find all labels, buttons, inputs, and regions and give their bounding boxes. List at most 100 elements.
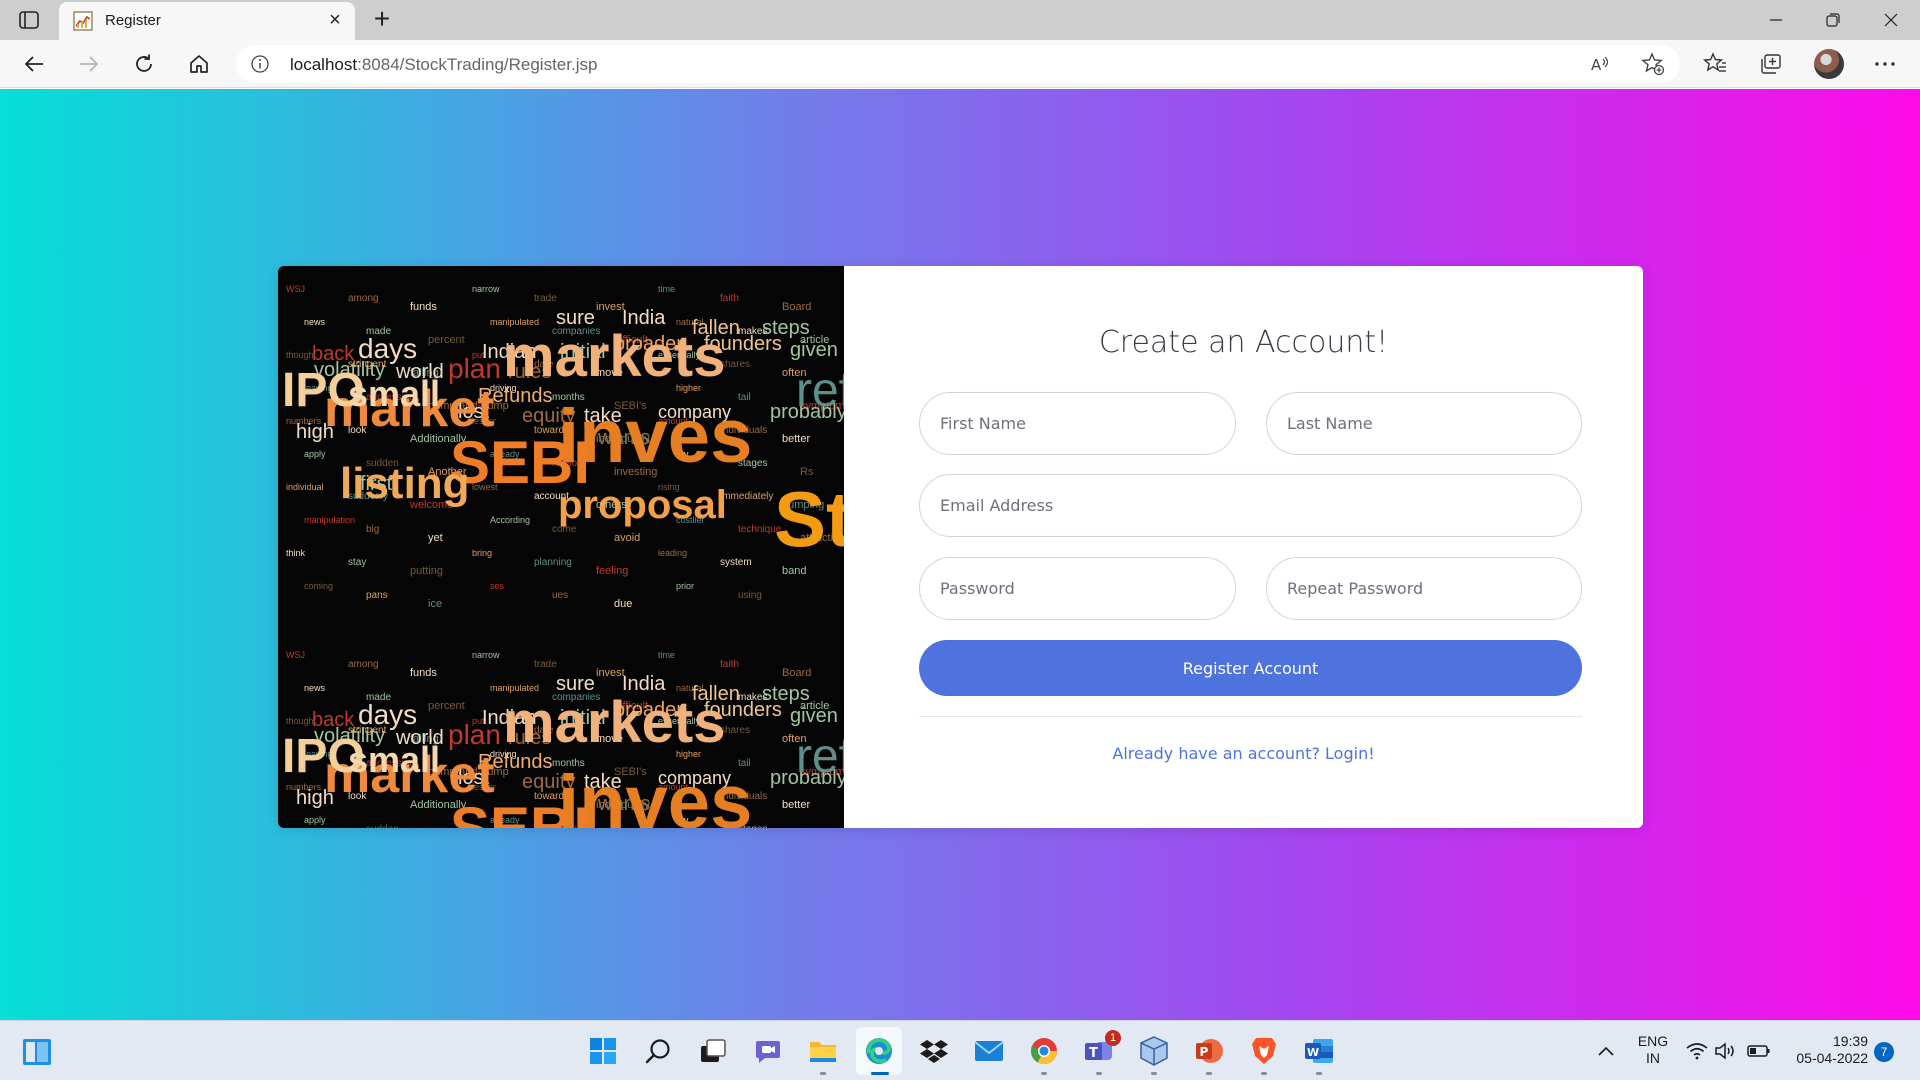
file-explorer-icon[interactable] bbox=[807, 1035, 839, 1067]
register-form: Create an Account! Register Account Alre… bbox=[844, 266, 1643, 828]
email-input[interactable] bbox=[919, 474, 1582, 537]
collections-icon[interactable] bbox=[1757, 50, 1785, 78]
register-card: WSJ among funds narrow trade invest time faith B… bbox=[278, 266, 1643, 828]
tab-register[interactable]: Register × bbox=[59, 2, 355, 40]
word-cloud-word: due bbox=[614, 598, 632, 610]
svg-text:A: A bbox=[1591, 56, 1602, 74]
restore-button[interactable] bbox=[1821, 8, 1845, 32]
favorites-icon[interactable] bbox=[1701, 50, 1729, 78]
url-text[interactable]: localhost:8084/StockTrading/Register.jsp bbox=[290, 55, 597, 75]
clock[interactable]: 19:39 05-04-2022 bbox=[1780, 1033, 1868, 1067]
word-cloud-word: markets bbox=[503, 690, 725, 755]
word-cloud-word: funds bbox=[410, 301, 437, 313]
word-cloud-word: trade bbox=[534, 293, 557, 304]
running-indicator bbox=[820, 1072, 826, 1075]
taskbar: T 1 P W ENG IN 19:39 05-04-2022 7 bbox=[0, 1020, 1920, 1080]
password-input[interactable] bbox=[919, 557, 1236, 620]
minimize-button[interactable] bbox=[1764, 8, 1788, 32]
svg-text:W: W bbox=[1307, 1046, 1319, 1059]
word-cloud-word: better bbox=[782, 799, 810, 811]
running-indicator bbox=[1316, 1072, 1322, 1075]
home-icon[interactable] bbox=[185, 50, 213, 78]
word-cloud-word: listing bbox=[340, 459, 470, 508]
task-view-icon[interactable] bbox=[697, 1035, 729, 1067]
mail-icon[interactable] bbox=[973, 1035, 1005, 1067]
word-cloud-top: WSJ among funds narrow trade invest time faith B… bbox=[282, 284, 844, 610]
register-account-button[interactable]: Register Account bbox=[919, 640, 1582, 696]
tab-actions-icon[interactable] bbox=[18, 10, 40, 30]
battery-icon[interactable] bbox=[1746, 1035, 1772, 1067]
word-cloud-word: small bbox=[348, 373, 440, 414]
word-cloud-word: bring bbox=[472, 548, 492, 558]
favorite-add-icon[interactable] bbox=[1641, 52, 1665, 76]
word-cloud-bottom: WSJ among funds narrow trade invest time faith B… bbox=[282, 650, 844, 828]
close-window-button[interactable] bbox=[1879, 8, 1903, 32]
word-cloud-word: avoid bbox=[614, 532, 640, 544]
url-host: localhost bbox=[290, 55, 358, 74]
word-cloud-word: immediately bbox=[720, 491, 773, 502]
word-cloud-word: percent bbox=[428, 700, 465, 712]
notification-count-badge[interactable]: 7 bbox=[1874, 1042, 1894, 1062]
word-cloud-word: ice bbox=[428, 598, 442, 610]
tab-close-button[interactable]: × bbox=[325, 10, 345, 30]
word-cloud-word: invest bbox=[596, 301, 625, 313]
widgets-icon[interactable] bbox=[22, 1037, 52, 1067]
refresh-icon[interactable] bbox=[130, 50, 158, 78]
word-cloud-word: narrow bbox=[472, 650, 500, 660]
word-cloud-word: ues bbox=[552, 590, 568, 601]
word-icon[interactable]: W bbox=[1303, 1035, 1335, 1067]
running-indicator bbox=[1151, 1072, 1157, 1075]
word-cloud-word: manipulation bbox=[304, 515, 355, 525]
chat-icon[interactable] bbox=[752, 1035, 784, 1067]
word-cloud-word: system bbox=[720, 557, 752, 568]
more-menu-icon[interactable] bbox=[1871, 50, 1899, 78]
form-title: Create an Account! bbox=[1098, 325, 1389, 360]
navigation-bar: localhost:8084/StockTrading/Register.jsp… bbox=[0, 40, 1920, 88]
teams-notification-badge: 1 bbox=[1105, 1030, 1121, 1046]
word-cloud-word: invest bbox=[596, 667, 625, 679]
word-cloud-word: yet bbox=[428, 532, 443, 544]
last-name-input[interactable] bbox=[1266, 392, 1582, 455]
word-cloud-word: ses bbox=[490, 581, 505, 591]
running-indicator bbox=[1206, 1072, 1212, 1075]
running-indicator bbox=[1261, 1072, 1267, 1075]
page-background: WSJ among funds narrow trade invest time faith B… bbox=[0, 89, 1920, 1020]
edge-icon[interactable] bbox=[863, 1035, 895, 1067]
back-arrow-icon[interactable] bbox=[20, 50, 48, 78]
word-cloud-word: planning bbox=[534, 557, 572, 568]
dropbox-icon[interactable] bbox=[918, 1035, 950, 1067]
read-aloud-icon[interactable]: A bbox=[1588, 52, 1612, 76]
teams-icon[interactable]: T 1 bbox=[1083, 1030, 1121, 1067]
word-cloud-word: news bbox=[304, 683, 326, 693]
word-cloud-word: According bbox=[490, 515, 530, 525]
word-cloud-word: faith bbox=[720, 293, 739, 304]
start-icon[interactable] bbox=[587, 1035, 619, 1067]
tab-bar: Register × + bbox=[0, 0, 1920, 40]
login-link[interactable]: Already have an account? Login! bbox=[844, 744, 1643, 763]
forward-arrow-icon[interactable] bbox=[75, 50, 103, 78]
clock-time: 19:39 bbox=[1832, 1033, 1868, 1049]
word-cloud-word: leading bbox=[658, 548, 687, 558]
wifi-icon[interactable] bbox=[1686, 1035, 1708, 1067]
repeat-password-input[interactable] bbox=[1266, 557, 1582, 620]
word-cloud-word: SEBI bbox=[450, 795, 590, 828]
brave-icon[interactable] bbox=[1248, 1035, 1280, 1067]
volume-icon[interactable] bbox=[1714, 1035, 1738, 1067]
virtualbox-icon[interactable] bbox=[1138, 1035, 1170, 1067]
profile-avatar[interactable] bbox=[1814, 49, 1844, 79]
language-indicator[interactable]: ENG IN bbox=[1632, 1033, 1674, 1067]
search-icon[interactable] bbox=[642, 1035, 674, 1067]
word-cloud-word: markets bbox=[503, 324, 725, 389]
word-cloud-word: refu bbox=[796, 364, 844, 417]
word-cloud-word: back bbox=[312, 709, 355, 731]
word-cloud-word: Board bbox=[782, 667, 811, 679]
powerpoint-icon[interactable]: P bbox=[1193, 1035, 1225, 1067]
new-tab-button[interactable]: + bbox=[368, 5, 396, 34]
address-bar[interactable]: localhost:8084/StockTrading/Register.jsp… bbox=[236, 45, 1680, 83]
word-cloud-word: better bbox=[782, 433, 810, 445]
first-name-input[interactable] bbox=[919, 392, 1236, 455]
word-cloud-word: WSJ bbox=[286, 650, 305, 660]
chevron-up-icon[interactable] bbox=[1594, 1035, 1618, 1067]
site-info-icon[interactable] bbox=[250, 54, 270, 74]
chrome-icon[interactable] bbox=[1028, 1035, 1060, 1067]
